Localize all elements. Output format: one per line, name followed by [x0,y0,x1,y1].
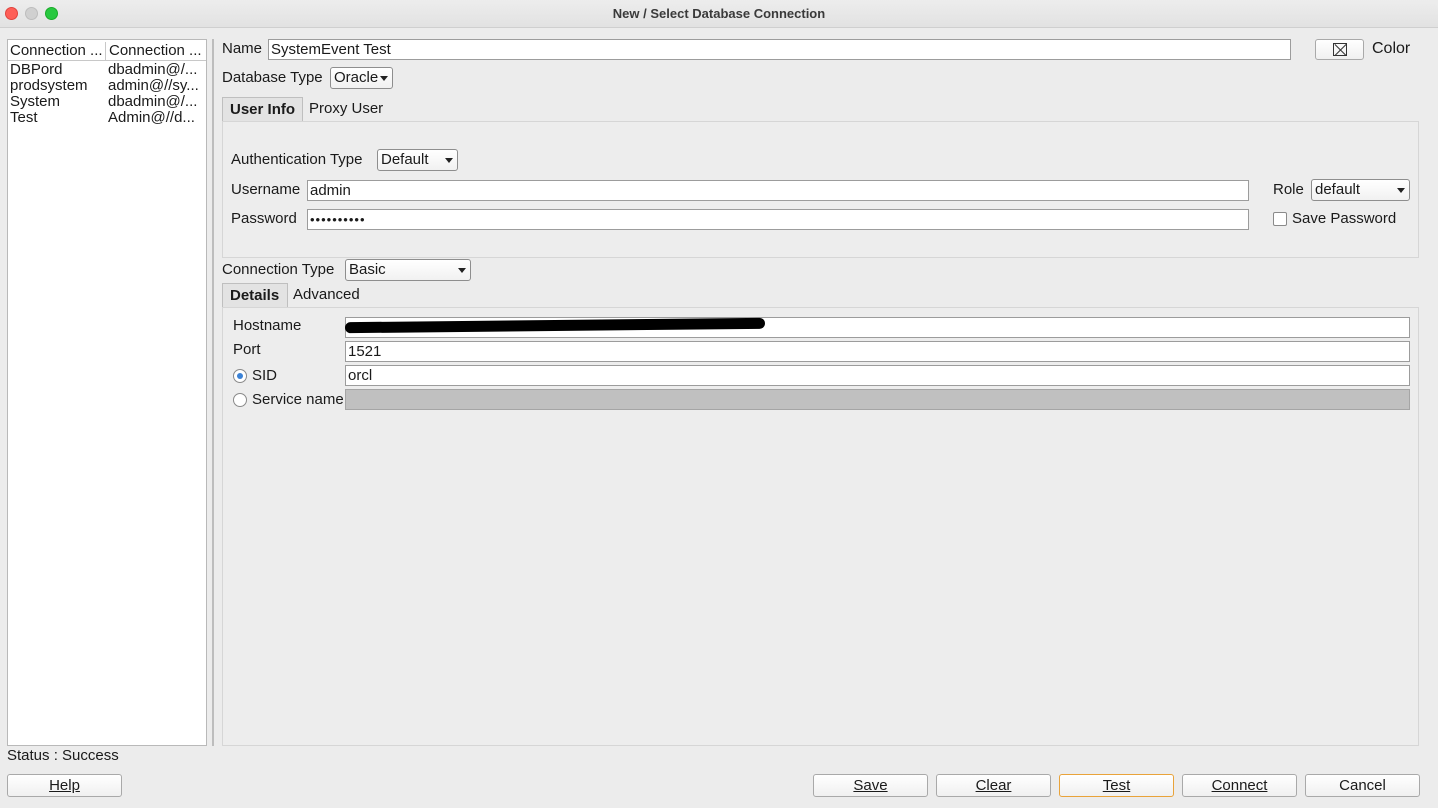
title-bar: New / Select Database Connection [0,0,1438,28]
column-header-connection-details[interactable]: Connection ... [109,42,205,59]
window-title: New / Select Database Connection [612,6,826,21]
authentication-type-label: Authentication Type [231,151,363,168]
tab-advanced[interactable]: Advanced [286,283,367,308]
no-color-icon [1333,43,1347,56]
authentication-type-select[interactable]: Default [377,149,458,171]
role-select[interactable]: default [1311,179,1410,201]
chevron-down-icon [458,268,466,273]
save-button-label: Save [853,777,888,794]
test-button-label: Test [1102,777,1131,794]
status-text: Status : Success [7,747,119,764]
database-type-select[interactable]: Oracle [330,67,393,89]
clear-button-label: Clear [975,777,1012,794]
connection-row[interactable]: prodsystem admin@//sy... [8,78,206,94]
connection-row[interactable]: System dbadmin@/... [8,94,206,110]
save-button[interactable]: Save [813,774,928,797]
service-name-label: Service name [252,391,344,408]
save-password-checkbox[interactable] [1273,212,1287,226]
service-name-input [345,389,1410,410]
connection-name: prodsystem [10,78,88,94]
connection-details: admin@//sy... [108,78,199,94]
cancel-button[interactable]: Cancel [1305,774,1420,797]
sid-label: SID [252,367,278,384]
connection-details: dbadmin@/... [108,62,198,78]
connections-table-header: Connection ... Connection ... [8,40,206,61]
username-label: Username [231,181,301,198]
connection-details: Admin@//d... [108,110,195,126]
service-name-radio[interactable] [233,393,247,407]
column-header-connection-name[interactable]: Connection ... [10,42,106,60]
color-button[interactable] [1315,39,1364,60]
help-button-label: Help [49,777,80,794]
database-type-label: Database Type [222,69,323,86]
port-label: Port [233,341,261,358]
password-label: Password [231,210,297,227]
connection-type-label: Connection Type [222,261,335,278]
database-type-value: Oracle [334,69,379,86]
color-label: Color [1372,40,1411,57]
splitter[interactable] [212,39,214,746]
connection-type-value: Basic [349,261,386,278]
connect-button-label: Connect [1211,777,1268,794]
role-value: default [1315,181,1361,198]
connection-name: DBPord [10,62,63,78]
name-input[interactable]: SystemEvent Test [268,39,1291,60]
sid-radio[interactable] [233,369,247,383]
connection-name: Test [10,110,38,126]
connection-name: System [10,94,61,110]
sid-input[interactable]: orcl [345,365,1410,386]
connection-row[interactable]: Test Admin@//d... [8,110,206,126]
clear-button[interactable]: Clear [936,774,1051,797]
chevron-down-icon [1397,188,1405,193]
connection-row[interactable]: DBPord dbadmin@/... [8,62,206,78]
tab-user-info[interactable]: User Info [222,97,303,122]
help-button[interactable]: Help [7,774,122,797]
username-input[interactable]: admin [307,180,1249,201]
name-label: Name [222,40,263,57]
chevron-down-icon [380,76,388,81]
connections-table[interactable]: Connection ... Connection ... DBPord dba… [7,39,207,746]
password-input[interactable]: •••••••••• [307,209,1249,230]
authentication-type-value: Default [381,151,429,168]
detail-tabs: Details Advanced [222,283,522,308]
chevron-down-icon [445,158,453,163]
connection-details: dbadmin@/... [108,94,198,110]
test-button[interactable]: Test [1059,774,1174,797]
tab-details[interactable]: Details [222,283,288,308]
hostname-label: Hostname [233,317,302,334]
tab-proxy-user[interactable]: Proxy User [302,97,390,122]
save-password-label: Save Password [1292,210,1397,227]
connection-type-select[interactable]: Basic [345,259,471,281]
port-input[interactable]: 1521 [345,341,1410,362]
cancel-button-label: Cancel [1339,777,1386,794]
connect-button[interactable]: Connect [1182,774,1297,797]
role-label: Role [1273,181,1304,198]
user-tabs: User Info Proxy User [222,97,522,122]
